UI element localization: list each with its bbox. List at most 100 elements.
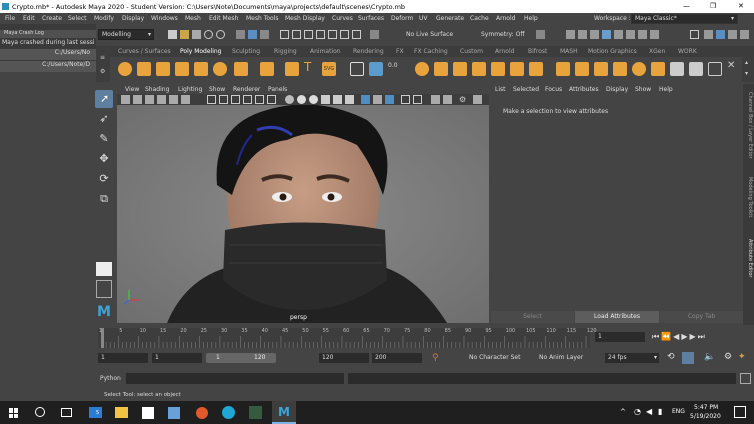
task-view-icon[interactable] [61, 408, 72, 417]
new-scene-icon[interactable] [168, 30, 177, 39]
tab-rigging[interactable]: Rigging [274, 48, 297, 55]
tab-work[interactable]: WORK [678, 48, 697, 55]
copy-tab-button[interactable]: Copy Tab [660, 311, 743, 323]
tab-poly-modeling[interactable]: Poly Modeling [180, 48, 222, 55]
network-app-icon[interactable] [168, 407, 180, 419]
microsoft-store-icon[interactable] [142, 407, 154, 419]
sign-in-icon[interactable] [690, 30, 699, 39]
time-slider[interactable]: 1 5 10 15 20 25 30 35 40 45 50 55 60 65 70 75 80 85 90 95 10… [92, 326, 754, 348]
snap-point-icon[interactable] [304, 30, 313, 39]
cut-uv-icon[interactable] [708, 62, 722, 76]
menu-curves[interactable]: Curves [332, 15, 353, 22]
animation-prefs-icon[interactable]: ✦ [738, 352, 746, 362]
attribute-editor-toggle-icon[interactable] [716, 30, 725, 39]
menu-deform[interactable]: Deform [391, 15, 413, 22]
tab-custom[interactable]: Custom [460, 48, 483, 55]
quad-draw-icon[interactable] [613, 62, 627, 76]
attr-menu-help[interactable]: Help [659, 86, 673, 93]
menuset-select[interactable]: Modelling ▾ [98, 29, 154, 40]
maximize-button[interactable]: ❐ [710, 2, 716, 10]
hypershade-icon[interactable] [602, 30, 611, 39]
lasso-tool-icon[interactable]: ➶ [95, 112, 113, 130]
target-weld-icon[interactable] [575, 62, 589, 76]
tab-animation[interactable]: Animation [310, 48, 341, 55]
sew-uv-icon[interactable]: ✕ [727, 60, 741, 74]
select-camera-icon[interactable] [121, 95, 130, 104]
menu-mesh-display[interactable]: Mesh Display [285, 15, 325, 22]
snap-plane-icon[interactable] [316, 30, 325, 39]
tool-settings-icon[interactable] [728, 30, 737, 39]
separate-icon[interactable] [369, 62, 383, 76]
tab-xgen[interactable]: XGen [649, 48, 665, 55]
crash-log-path-1[interactable]: C:/Users/No [0, 49, 96, 60]
edge-browser-icon[interactable] [222, 406, 235, 419]
python-command-input[interactable] [126, 373, 344, 384]
menu-generate[interactable]: Generate [436, 15, 464, 22]
use-all-lights-icon[interactable] [333, 95, 342, 104]
tab-arnold[interactable]: Arnold [495, 48, 514, 55]
anim-layer-select[interactable]: No Anim Layer [539, 354, 583, 361]
animation-end-field[interactable]: 200 [372, 353, 422, 363]
crash-log-path-2[interactable]: C:/Users/Note/D [0, 61, 96, 72]
render-settings-icon[interactable] [590, 30, 599, 39]
render-frame-icon[interactable] [566, 30, 575, 39]
planar-map-icon[interactable] [670, 62, 684, 76]
arnold-render-icon[interactable] [626, 30, 635, 39]
2d-pan-zoom-icon[interactable] [169, 95, 178, 104]
playback-end-field[interactable]: 120 [319, 353, 369, 363]
poly-plane-icon[interactable] [194, 62, 208, 76]
platonic-solid-icon[interactable] [260, 62, 274, 76]
select-object-icon[interactable] [248, 30, 257, 39]
depth-of-field-icon[interactable] [443, 95, 452, 104]
fill-hole-icon[interactable] [491, 62, 505, 76]
automatic-map-icon[interactable] [689, 62, 703, 76]
script-editor-icon[interactable] [740, 373, 751, 384]
textured-icon[interactable] [321, 95, 330, 104]
xray-joints-icon[interactable] [373, 95, 382, 104]
menu-mesh[interactable]: Mesh [185, 15, 201, 22]
attr-menu-attributes[interactable]: Attributes [569, 86, 599, 93]
sound-icon[interactable]: 🔈 [704, 352, 715, 362]
wireframe-icon[interactable] [285, 95, 294, 104]
tab-rendering[interactable]: Rendering [353, 48, 384, 55]
step-forward-icon[interactable]: ▶ [689, 332, 697, 341]
menu-create[interactable]: Create [42, 15, 62, 22]
resolution-gate-icon[interactable] [231, 95, 240, 104]
magnet-icon[interactable] [370, 30, 379, 39]
mirror-icon[interactable] [632, 62, 646, 76]
workspace-select[interactable]: Maya Classic* ▾ [631, 14, 738, 24]
smooth-shade-icon[interactable] [297, 95, 306, 104]
viewport-menu-lighting[interactable]: Lighting [178, 86, 202, 93]
snap-grid-icon[interactable] [280, 30, 289, 39]
tab-curves-surfaces[interactable]: Curves / Surfaces [118, 48, 171, 55]
menu-windows[interactable]: Windows [151, 15, 178, 22]
network-icon[interactable]: ◔ [634, 407, 641, 416]
clock-time[interactable]: 5:47 PM [694, 404, 718, 411]
gear-icon[interactable]: ⚙ [459, 95, 468, 104]
menu-file[interactable]: File [5, 15, 15, 22]
color-management-icon[interactable] [473, 95, 482, 104]
shadows-icon[interactable] [345, 95, 354, 104]
preferences-icon[interactable]: ⚙ [724, 352, 732, 362]
range-slider[interactable]: 1 120 [206, 353, 276, 363]
move-tool-icon[interactable]: ✥ [95, 152, 113, 170]
open-scene-icon[interactable] [180, 30, 189, 39]
snap-misc-icon[interactable] [352, 30, 361, 39]
blender-icon[interactable] [196, 407, 208, 419]
snap-curve-icon[interactable] [292, 30, 301, 39]
auto-key-icon[interactable]: ⚲ [432, 353, 440, 363]
type-tool-icon[interactable]: T [304, 60, 318, 74]
select-button[interactable]: Select [491, 311, 574, 323]
chevron-up-icon[interactable]: ^ [620, 408, 626, 416]
menu-arnold[interactable]: Arnold [496, 15, 515, 22]
poly-disc-icon[interactable] [234, 62, 248, 76]
image-plane-icon[interactable] [157, 95, 166, 104]
tab-bifrost[interactable]: Bifrost [528, 48, 547, 55]
grease-pencil-icon[interactable] [181, 95, 190, 104]
go-to-end-icon[interactable]: ⏭ [698, 332, 707, 341]
single-view-icon[interactable] [96, 262, 112, 276]
bridge-icon[interactable] [453, 62, 467, 76]
bevel-icon[interactable] [510, 62, 524, 76]
scale-tool-icon[interactable]: ⧉ [95, 192, 113, 210]
xray-icon[interactable] [361, 95, 370, 104]
